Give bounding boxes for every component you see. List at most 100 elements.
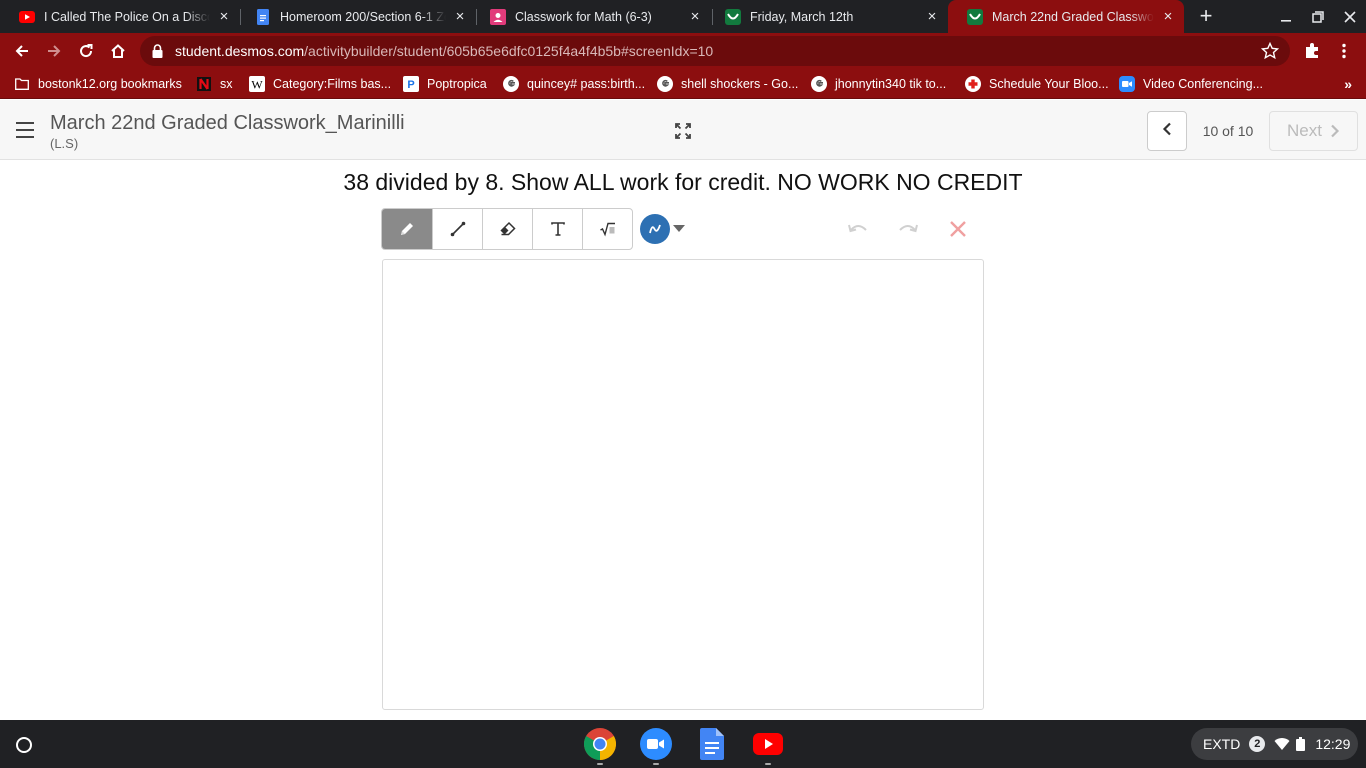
wifi-icon <box>1274 737 1290 751</box>
svg-text:P: P <box>407 79 414 91</box>
bookmark-schedule-blood[interactable]: Schedule Your Bloo... <box>965 69 1109 99</box>
pen-color-picker[interactable] <box>640 214 670 244</box>
more-bookmarks-icon[interactable]: » <box>1344 76 1352 92</box>
bookmarks-bar: bostonk12.org bookmarks sx W Category:Fi… <box>0 69 1366 99</box>
zoom-app-icon[interactable] <box>640 728 672 760</box>
google-classroom-favicon-icon <box>490 8 506 25</box>
youtube-app-icon[interactable] <box>752 728 784 760</box>
wikipedia-icon: W <box>249 76 265 92</box>
url-path: /activitybuilder/student/605b65e6dfc0125… <box>304 43 714 59</box>
bookmark-label: jhonnytin340 tik to... <box>835 77 947 91</box>
sketch-canvas[interactable] <box>382 259 984 710</box>
bookmark-star-icon[interactable] <box>1260 41 1280 60</box>
fullscreen-icon[interactable] <box>674 122 692 140</box>
running-indicator <box>653 763 659 765</box>
activity-subtitle: (L.S) <box>50 136 79 151</box>
running-indicator <box>597 763 603 765</box>
google-icon <box>811 76 827 92</box>
activity-header: March 22nd Graded Classwork_Marinilli (L… <box>0 100 1366 160</box>
chevron-right-icon <box>1331 124 1340 138</box>
browser-toolbar: student.desmos.com/activitybuilder/stude… <box>0 33 1366 69</box>
clear-sketch-icon[interactable] <box>947 218 969 240</box>
menu-icon[interactable] <box>16 122 34 138</box>
tab-active-desmos[interactable]: March 22nd Graded Classwork_Marinilli × <box>948 0 1184 33</box>
bookmark-category-films[interactable]: W Category:Films bas... <box>249 69 391 99</box>
back-arrow-icon[interactable] <box>8 37 36 65</box>
chromeos-shelf: EXTD 2 12:29 <box>0 720 1366 768</box>
line-icon <box>450 221 465 237</box>
status-tray[interactable]: EXTD 2 12:29 <box>1191 728 1358 760</box>
square-root-icon <box>599 222 615 237</box>
desmos-favicon-icon <box>967 8 983 25</box>
tab-close-icon[interactable]: × <box>216 8 232 25</box>
sketch-toolbar <box>381 208 633 250</box>
battery-icon <box>1296 737 1306 751</box>
tab-close-icon[interactable]: × <box>452 8 468 25</box>
text-tool-button[interactable] <box>532 209 582 249</box>
bookmark-quincey[interactable]: quincey# pass:birth... <box>503 69 645 99</box>
google-docs-app-icon[interactable] <box>700 728 724 760</box>
home-icon[interactable] <box>104 37 132 65</box>
forward-arrow-icon[interactable] <box>40 37 68 65</box>
netflix-icon <box>196 76 212 92</box>
restore-icon[interactable] <box>1302 0 1334 33</box>
bookmark-label: shell shockers - Go... <box>681 77 799 91</box>
next-button[interactable]: Next <box>1269 111 1358 151</box>
launcher-icon[interactable] <box>9 730 39 760</box>
minimize-icon[interactable] <box>1270 0 1302 33</box>
question-prompt: 38 divided by 8. Show ALL work for credi… <box>343 169 1023 195</box>
pencil-icon <box>401 223 413 235</box>
previous-screen-button[interactable] <box>1147 111 1187 151</box>
close-window-icon[interactable] <box>1334 0 1366 33</box>
new-tab-icon[interactable]: + <box>1195 5 1217 27</box>
clock-time: 12:29 <box>1315 736 1351 752</box>
tab-title: March 22nd Graded Classwork_Marinilli <box>992 9 1154 24</box>
zoom-icon <box>1119 76 1135 92</box>
pencil-tool-button[interactable] <box>382 209 432 249</box>
bookmark-sx[interactable]: sx <box>196 69 233 99</box>
tab-homeroom[interactable]: Homeroom 200/Section 6-1 Zoom × <box>236 0 476 33</box>
color-dropdown-caret-icon[interactable] <box>673 225 685 232</box>
google-docs-favicon-icon <box>255 8 271 25</box>
bookmark-label: bostonk12.org bookmarks <box>38 77 182 91</box>
bookmark-label: Schedule Your Bloo... <box>989 77 1109 91</box>
tab-friday[interactable]: Friday, March 12th × <box>706 0 948 33</box>
desmos-favicon-icon <box>725 8 741 25</box>
math-tool-button[interactable] <box>582 209 632 249</box>
redo-icon[interactable] <box>897 218 919 240</box>
tab-title: Friday, March 12th <box>750 9 854 24</box>
svg-text:W: W <box>251 78 263 92</box>
reload-icon[interactable] <box>72 37 100 65</box>
line-tool-button[interactable] <box>432 209 482 249</box>
display-mode-label: EXTD <box>1203 736 1241 752</box>
bookmark-poptropica[interactable]: P Poptropica <box>403 69 487 99</box>
tab-close-icon[interactable]: × <box>1160 8 1176 25</box>
eraser-tool-button[interactable] <box>482 209 532 249</box>
extensions-icon[interactable] <box>1298 37 1326 65</box>
text-icon <box>550 222 565 236</box>
tab-title: Classwork for Math (6-3) <box>515 9 652 24</box>
bookmark-shell-shockers[interactable]: shell shockers - Go... <box>657 69 798 99</box>
tab-close-icon[interactable]: × <box>687 8 703 25</box>
youtube-favicon-icon <box>19 9 35 25</box>
poptropica-icon: P <box>403 76 419 92</box>
undo-icon[interactable] <box>847 218 869 240</box>
bookmark-video-conferencing[interactable]: Video Conferencing... <box>1119 69 1263 99</box>
chevron-left-icon <box>1162 122 1172 141</box>
tab-close-icon[interactable]: × <box>924 8 940 25</box>
chrome-app-icon[interactable] <box>584 728 616 760</box>
eraser-icon <box>499 221 516 236</box>
red-cross-icon <box>965 76 981 92</box>
running-indicator <box>765 763 771 765</box>
bookmark-label: sx <box>220 77 233 91</box>
sketch-color-icon <box>649 224 661 234</box>
chrome-menu-icon[interactable] <box>1330 37 1358 65</box>
address-bar[interactable]: student.desmos.com/activitybuilder/stude… <box>140 36 1290 66</box>
bookmark-bostonk12[interactable]: bostonk12.org bookmarks <box>14 69 182 99</box>
bookmark-jhonnytin[interactable]: jhonnytin340 tik to... <box>811 69 946 99</box>
tab-strip: I Called The Police On a Discord × Homer… <box>0 0 1366 33</box>
tab-classwork[interactable]: Classwork for Math (6-3) × <box>471 0 711 33</box>
bookmark-label: Category:Films bas... <box>273 77 392 91</box>
tab-title: Homeroom 200/Section 6-1 Zoom <box>280 9 446 24</box>
tab-youtube[interactable]: I Called The Police On a Discord × <box>0 0 240 33</box>
